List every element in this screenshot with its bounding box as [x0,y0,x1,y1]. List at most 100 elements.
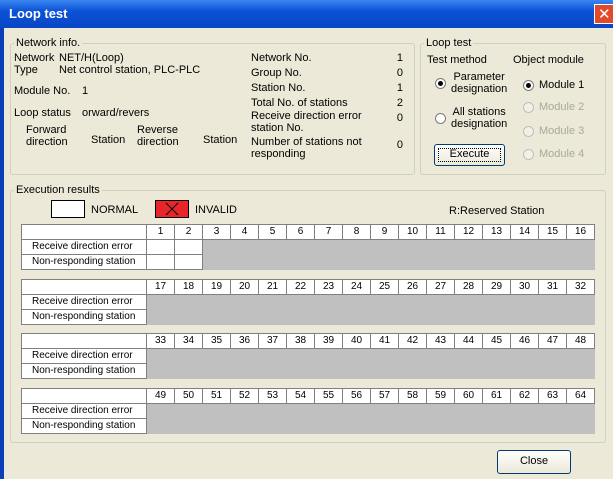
station-number: 9 [370,224,399,240]
reverse-direction-label: Reverse direction [137,124,179,148]
status-cell [482,239,511,255]
stat-value: 0 [396,112,403,124]
close-label: Close [519,455,549,467]
status-cell [202,239,231,255]
station-number: 60 [454,388,483,404]
station-number: 24 [342,279,371,295]
stat-value: 2 [396,97,403,109]
status-cell [230,254,259,270]
module-3-radio[interactable] [523,126,534,137]
station-number: 27 [426,279,455,295]
status-cell [510,348,539,364]
module-1-label[interactable]: Module 1 [539,79,584,91]
status-cell [314,294,343,310]
status-cell [538,254,567,270]
status-cell [230,239,259,255]
receive-direction-error-label: Receive direction error [21,348,147,364]
status-cell [482,403,511,419]
status-cell [398,418,427,434]
station-number: 46 [510,333,539,349]
station-number: 31 [538,279,567,295]
station-number: 39 [314,333,343,349]
status-cell [286,294,315,310]
station-number: 23 [314,279,343,295]
module-3-label[interactable]: Module 3 [539,125,584,137]
status-cell [314,363,343,379]
status-cell [174,294,203,310]
station-number: 49 [146,388,175,404]
status-cell [174,309,203,325]
station-number: 29 [482,279,511,295]
station-number: 51 [202,388,231,404]
status-cell [566,239,595,255]
station-block: 49 50 51 52 53 54 55 56 57 58 59 60 61 62 63 64 Receive … [21,388,595,434]
parameter-designation-label[interactable]: Parameter designation [451,71,507,95]
type-label: Type [14,64,38,76]
loop-status-value: orward/revers [82,107,150,119]
status-cell [314,239,343,255]
status-cell [202,348,231,364]
all-stations-designation-label[interactable]: All stations designation [451,106,507,130]
station-number: 59 [426,388,455,404]
station-number: 55 [314,388,343,404]
status-cell [510,254,539,270]
forward-station-label: Station [91,134,126,146]
stat-label: Total No. of stations [251,97,348,109]
status-cell [566,348,595,364]
status-cell [510,403,539,419]
status-cell [538,348,567,364]
close-button[interactable]: Close [497,450,571,474]
status-cell [454,348,483,364]
station-number: 28 [454,279,483,295]
module-4-label[interactable]: Module 4 [539,148,584,160]
status-cell [174,348,203,364]
status-cell [258,363,287,379]
station-number: 12 [454,224,483,240]
station-number: 58 [398,388,427,404]
close-icon: ✕ [598,5,611,23]
loop-test-window: Loop test ✕ Network info. Network NET/H(… [0,0,613,479]
status-cell [566,294,595,310]
status-cell [314,403,343,419]
station-number: 57 [370,388,399,404]
station-number: 38 [286,333,315,349]
status-cell [146,403,175,419]
status-cell [370,309,399,325]
station-number: 50 [174,388,203,404]
object-module-label: Object module [513,54,584,66]
execution-results-legend: Execution results [16,184,100,196]
station-number: 33 [146,333,175,349]
module-2-label[interactable]: Module 2 [539,101,584,113]
status-cell [538,309,567,325]
parameter-designation-radio[interactable] [435,78,446,89]
status-cell [454,239,483,255]
module-no-label: Module No. [14,85,71,97]
execute-button[interactable]: Execute [434,144,505,166]
status-cell [510,294,539,310]
all-stations-designation-radio[interactable] [435,113,446,124]
status-cell [342,418,371,434]
stat-label: Number of stations not responding [251,136,362,160]
status-cell [286,348,315,364]
title-bar[interactable]: Loop test ✕ [0,0,613,28]
title-close-button[interactable]: ✕ [594,4,613,24]
status-cell [538,239,567,255]
forward-direction-label: Forward direction [26,124,68,148]
status-cell [286,254,315,270]
module-1-radio[interactable] [523,80,534,91]
station-number: 25 [370,279,399,295]
status-cell [398,348,427,364]
status-cell [566,309,595,325]
station-number: 22 [286,279,315,295]
station-number: 62 [510,388,539,404]
status-cell [426,363,455,379]
station-number: 19 [202,279,231,295]
stat-label: Receive direction error station No. [251,110,362,134]
status-cell [566,254,595,270]
module-4-radio[interactable] [523,149,534,160]
module-no-value: 1 [82,85,89,97]
module-2-radio[interactable] [523,102,534,113]
status-cell [258,348,287,364]
stat-label: Group No. [251,67,302,79]
invalid-x-icon [165,202,179,216]
